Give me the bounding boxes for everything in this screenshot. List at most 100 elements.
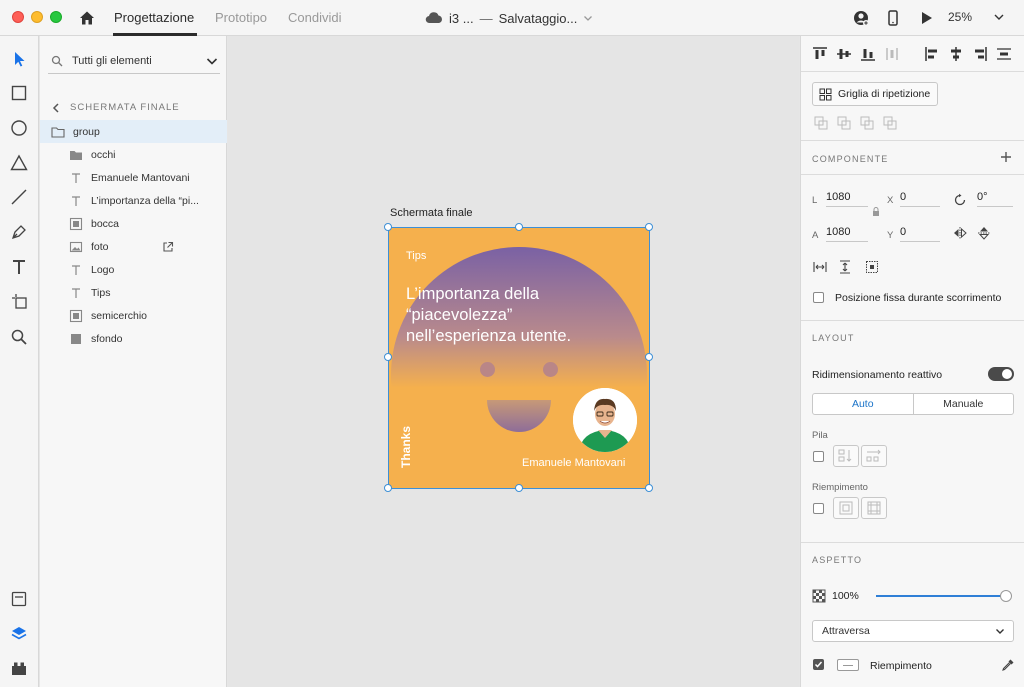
layer-item-group[interactable]: group <box>40 120 227 143</box>
artboard-tips-text[interactable]: Tips <box>406 250 426 262</box>
padding-checkbox[interactable] <box>813 503 824 514</box>
zoom-level[interactable]: 25% <box>948 10 972 24</box>
resize-handle-right[interactable] <box>645 353 653 361</box>
stack-checkbox[interactable] <box>813 451 824 462</box>
resize-handle-bottom-left[interactable] <box>384 484 392 492</box>
chevron-left-icon[interactable] <box>52 102 60 113</box>
user-add-icon[interactable] <box>852 9 870 27</box>
layer-item-emanuele[interactable]: Emanuele Mantovani <box>40 166 227 189</box>
flip-horizontal-icon[interactable] <box>953 226 967 240</box>
responsive-height-icon[interactable] <box>838 260 852 274</box>
line-tool-icon[interactable] <box>10 188 28 206</box>
responsive-resize-toggle[interactable] <box>988 367 1014 381</box>
y-field[interactable]: 0 <box>900 226 940 242</box>
artboard-headline[interactable]: L’importanza della “piacevolezza” nell’e… <box>406 284 626 347</box>
plugins-panel-icon[interactable] <box>10 659 28 677</box>
layer-item-bocca[interactable]: bocca <box>40 212 227 235</box>
ellipse-tool-icon[interactable] <box>10 119 28 137</box>
maximize-window-button[interactable] <box>50 11 62 23</box>
tab-condividi[interactable]: Condividi <box>288 10 341 25</box>
layer-item-tips[interactable]: Tips <box>40 281 227 304</box>
distribute-horizontal-icon[interactable] <box>996 46 1012 62</box>
artboard-label[interactable]: Schermata finale <box>390 207 473 219</box>
artboard-tool-icon[interactable] <box>10 292 28 310</box>
rectangle-tool-icon[interactable] <box>10 84 28 102</box>
left-eye-shape[interactable] <box>480 362 495 377</box>
fill-checkbox[interactable] <box>813 659 824 670</box>
layers-panel-icon[interactable] <box>10 625 28 643</box>
text-tool-icon[interactable] <box>10 258 28 276</box>
boolean-exclude-icon[interactable] <box>883 116 897 130</box>
resize-handle-bottom-right[interactable] <box>645 484 653 492</box>
resize-mode-auto[interactable]: Auto <box>813 394 914 414</box>
external-link-icon[interactable] <box>162 241 174 253</box>
distribute-vertical-icon[interactable] <box>884 46 900 62</box>
responsive-width-icon[interactable] <box>813 260 827 274</box>
align-top-icon[interactable] <box>812 46 828 62</box>
align-left-icon[interactable] <box>924 46 940 62</box>
layer-item-importanza[interactable]: L’importanza della “pi... <box>40 189 227 212</box>
right-eye-shape[interactable] <box>543 362 558 377</box>
align-center-icon[interactable] <box>948 46 964 62</box>
resize-mode-manual[interactable]: Manuale <box>914 394 1014 414</box>
lock-aspect-icon[interactable] <box>869 205 883 219</box>
home-icon[interactable] <box>78 9 96 27</box>
artboard-thanks-text[interactable]: Thanks <box>399 426 413 468</box>
align-bottom-icon[interactable] <box>860 46 876 62</box>
resize-handle-left[interactable] <box>384 353 392 361</box>
resize-handle-top-right[interactable] <box>645 223 653 231</box>
resize-handle-top-left[interactable] <box>384 223 392 231</box>
width-field[interactable]: 1080 <box>826 191 868 207</box>
play-icon[interactable] <box>917 9 935 27</box>
add-component-icon[interactable] <box>999 150 1013 164</box>
close-window-button[interactable] <box>12 11 24 23</box>
resize-handle-top[interactable] <box>515 223 523 231</box>
height-field[interactable]: 1080 <box>826 226 868 242</box>
align-middle-icon[interactable] <box>836 46 852 62</box>
select-tool-icon[interactable] <box>10 50 28 68</box>
repeat-grid-button[interactable]: Griglia di ripetizione <box>812 82 938 106</box>
boolean-subtract-icon[interactable] <box>837 116 851 130</box>
tab-progettazione[interactable]: Progettazione <box>114 10 194 25</box>
padding-individual-button[interactable] <box>861 497 887 519</box>
layer-item-logo[interactable]: Logo <box>40 258 227 281</box>
opacity-slider-track[interactable] <box>876 595 1006 597</box>
minimize-window-button[interactable] <box>31 11 43 23</box>
opacity-value[interactable]: 100% <box>832 590 859 602</box>
eyedropper-icon[interactable] <box>1001 658 1015 672</box>
x-field[interactable]: 0 <box>900 191 940 207</box>
artboard[interactable]: Tips L’importanza della “piacevolezza” n… <box>389 228 649 488</box>
boolean-add-icon[interactable] <box>814 116 828 130</box>
design-canvas[interactable]: Schermata finale Tips L’importanza della… <box>228 36 799 687</box>
tab-prototipo[interactable]: Prototipo <box>215 10 267 25</box>
polygon-tool-icon[interactable] <box>10 154 28 172</box>
layer-item-semicerchio[interactable]: semicerchio <box>40 304 227 327</box>
stack-horizontal-button[interactable] <box>861 445 887 467</box>
constraints-icon[interactable] <box>865 260 879 274</box>
padding-uniform-button[interactable] <box>833 497 859 519</box>
align-right-icon[interactable] <box>972 46 988 62</box>
fill-color-swatch[interactable] <box>837 659 859 671</box>
layer-item-foto[interactable]: foto <box>40 235 227 258</box>
opacity-slider-knob[interactable] <box>1000 590 1012 602</box>
layer-item-sfondo[interactable]: sfondo <box>40 327 227 350</box>
document-title[interactable]: i3 ... — Salvataggio... <box>425 9 593 27</box>
resize-handle-bottom[interactable] <box>515 484 523 492</box>
pen-tool-icon[interactable] <box>10 223 28 241</box>
boolean-intersect-icon[interactable] <box>860 116 874 130</box>
chevron-down-icon[interactable] <box>206 55 218 67</box>
profile-photo[interactable] <box>573 388 637 452</box>
fixed-position-checkbox[interactable] <box>813 292 824 303</box>
flip-vertical-icon[interactable] <box>977 226 991 240</box>
zoom-chevron-icon[interactable] <box>993 11 1005 23</box>
rotation-field[interactable]: 0° <box>977 191 1013 207</box>
layer-item-occhi[interactable]: occhi <box>40 143 227 166</box>
layers-search[interactable]: Tutti gli elementi <box>48 48 220 74</box>
artboard-author-name[interactable]: Emanuele Mantovani <box>522 457 625 469</box>
zoom-tool-icon[interactable] <box>10 328 28 346</box>
blend-mode-select[interactable]: Attraversa <box>812 620 1014 642</box>
stack-vertical-button[interactable] <box>833 445 859 467</box>
device-preview-icon[interactable] <box>884 9 902 27</box>
breadcrumb[interactable]: SCHERMATA FINALE <box>52 102 180 113</box>
assets-panel-icon[interactable] <box>10 590 28 608</box>
